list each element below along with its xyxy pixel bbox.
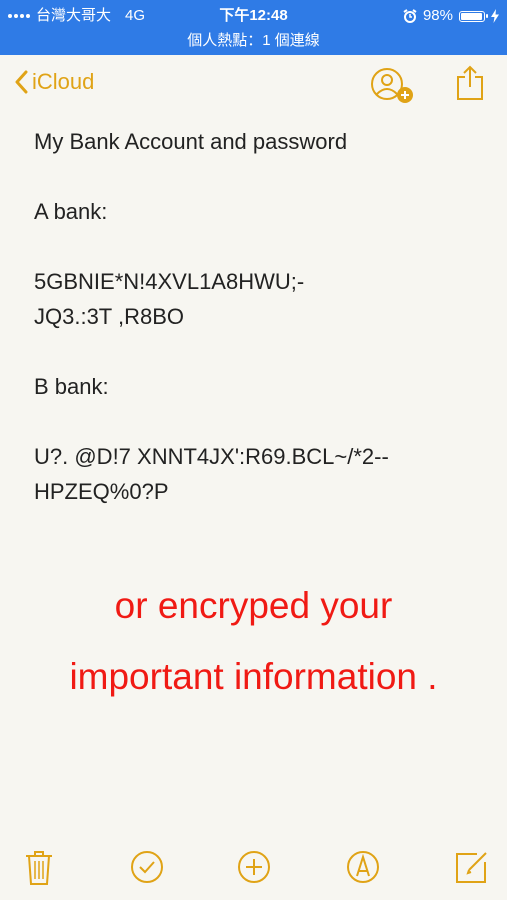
checklist-icon: [131, 851, 163, 883]
share-button[interactable]: [455, 65, 485, 106]
delete-button[interactable]: [24, 850, 54, 891]
overlay-line-2: important information .: [69, 656, 438, 697]
share-icon: [457, 65, 483, 100]
status-right: 98%: [403, 6, 499, 26]
markup-button[interactable]: [346, 850, 380, 889]
battery-icon: [459, 10, 488, 22]
chevron-left-icon: [15, 70, 28, 94]
trash-icon: [26, 851, 52, 885]
note-b-line2: HPZEQ%0?P: [34, 479, 169, 504]
note-b-line1: U?. @D!7 XNNT4JX':R69.BCL~/*2--: [34, 444, 389, 469]
markup-icon: [347, 851, 379, 883]
back-button[interactable]: iCloud: [14, 69, 94, 95]
hotspot-banner[interactable]: 個人熱點：1 個連線: [0, 30, 507, 52]
note-a-line1: 5GBNIE*N!4XVL1A8HWU;-: [34, 269, 305, 294]
note-b-label: B bank:: [34, 374, 109, 399]
overlay-line-1: or encryped your: [114, 585, 393, 626]
add-button[interactable]: [237, 850, 271, 889]
add-people-button[interactable]: [370, 67, 418, 112]
add-icon: [238, 851, 270, 883]
note-body[interactable]: My Bank Account and password A bank: 5GB…: [34, 124, 484, 509]
note-a-label: A bank:: [34, 199, 108, 224]
note-title: My Bank Account and password: [34, 129, 348, 154]
charging-icon: [491, 9, 499, 23]
battery-percent: 98%: [422, 7, 453, 24]
alarm-icon: [403, 9, 417, 23]
nav-bar: iCloud: [0, 55, 507, 115]
note-a-line2: JQ3.:3T ,R8BO: [34, 304, 184, 329]
compose-button[interactable]: [455, 850, 489, 889]
checklist-button[interactable]: [130, 850, 164, 889]
status-bar: 台灣大哥大 4G 下午12:48 98% 個人熱點：1 個連線: [0, 0, 507, 55]
battery-fill: [461, 12, 482, 20]
add-people-icon: [371, 68, 413, 103]
bottom-toolbar: [0, 840, 507, 900]
compose-icon: [456, 852, 487, 883]
back-label: iCloud: [32, 69, 95, 94]
